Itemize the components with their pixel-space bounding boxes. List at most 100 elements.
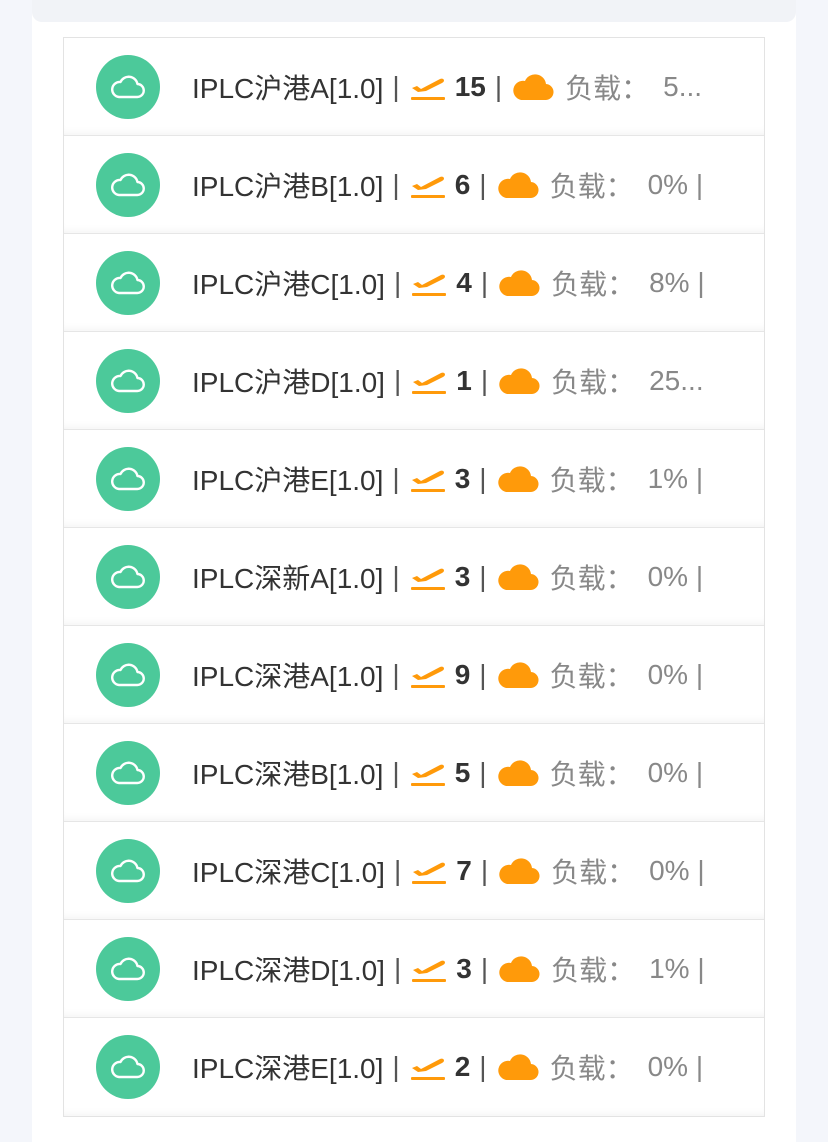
online-users-count: 3	[456, 953, 472, 984]
node-row[interactable]: IPLC深港D[1.0] | 3 | 负载： 1% |	[64, 920, 764, 1018]
status-cloud-icon	[96, 839, 160, 903]
separator: |	[393, 855, 402, 886]
node-list: IPLC沪港A[1.0] | 15 | 负载： 5... IPLC沪港B[1.0] | 6 | 负载…	[63, 37, 765, 1117]
plane-takeoff-icon	[410, 856, 448, 886]
node-name: IPLC深新A[1.0]	[192, 563, 384, 594]
separator: |	[480, 365, 489, 396]
plane-takeoff-icon	[409, 1052, 447, 1082]
separator: |	[393, 267, 402, 298]
separator: |	[479, 659, 487, 690]
plane-takeoff-icon	[410, 366, 448, 396]
online-users-count: 5	[454, 757, 471, 788]
separator: |	[494, 71, 503, 102]
node-info: IPLC深港C[1.0] | 7 | 负载： 0% |	[192, 822, 705, 920]
plane-takeoff-icon	[409, 758, 447, 788]
node-row[interactable]: IPLC深港A[1.0] | 9 | 负载： 0% |	[64, 626, 764, 724]
status-cloud-icon	[96, 349, 160, 413]
cloud-filled-icon	[497, 366, 541, 396]
separator: |	[479, 463, 487, 494]
load-label: 负载：	[549, 1053, 634, 1084]
plane-takeoff-icon	[410, 268, 448, 298]
cloud-filled-icon	[496, 660, 540, 690]
panel-top-edge	[32, 0, 796, 22]
separator: |	[392, 71, 400, 102]
plane-takeoff-icon	[409, 72, 447, 102]
node-info: IPLC沪港B[1.0] | 6 | 负载： 0% |	[192, 136, 703, 234]
load-value: 0% |	[649, 855, 705, 886]
load-value: 8% |	[649, 267, 705, 298]
node-row[interactable]: IPLC沪港C[1.0] | 4 | 负载： 8% |	[64, 234, 764, 332]
load-value: 0% |	[647, 757, 704, 788]
load-value: 1% |	[647, 463, 704, 494]
load-label: 负载：	[551, 269, 636, 300]
load-label: 负载：	[549, 465, 634, 496]
online-users-count: 9	[454, 659, 471, 690]
load-label: 负载：	[551, 857, 636, 888]
load-value: 0% |	[647, 1051, 704, 1082]
cloud-filled-icon	[496, 1052, 540, 1082]
separator: |	[392, 1051, 400, 1082]
node-row[interactable]: IPLC沪港B[1.0] | 6 | 负载： 0% |	[64, 136, 764, 234]
node-info: IPLC深港A[1.0] | 9 | 负载： 0% |	[192, 626, 703, 724]
status-cloud-icon	[96, 937, 160, 1001]
cloud-filled-icon	[496, 562, 540, 592]
load-value: 5...	[663, 71, 703, 102]
separator: |	[479, 1051, 487, 1082]
node-row[interactable]: IPLC深港C[1.0] | 7 | 负载： 0% |	[64, 822, 764, 920]
node-info: IPLC沪港D[1.0] | 1 | 负载： 25...	[192, 332, 704, 430]
node-name: IPLC深港A[1.0]	[192, 661, 384, 692]
load-label: 负载：	[565, 73, 650, 104]
separator: |	[479, 561, 487, 592]
separator: |	[393, 953, 402, 984]
online-users-count: 7	[456, 855, 472, 886]
node-info: IPLC深港E[1.0] | 2 | 负载： 0% |	[192, 1018, 703, 1116]
cloud-filled-icon	[496, 170, 540, 200]
load-label: 负载：	[549, 563, 634, 594]
node-name: IPLC深港B[1.0]	[192, 759, 384, 790]
separator: |	[392, 169, 400, 200]
separator: |	[480, 267, 489, 298]
load-value: 0% |	[647, 561, 704, 592]
node-row[interactable]: IPLC沪港E[1.0] | 3 | 负载： 1% |	[64, 430, 764, 528]
online-users-count: 4	[456, 267, 472, 298]
load-value: 25...	[649, 365, 704, 396]
node-name: IPLC沪港D[1.0]	[192, 367, 385, 398]
cloud-filled-icon	[497, 954, 541, 984]
plane-takeoff-icon	[409, 562, 447, 592]
node-row[interactable]: IPLC深新A[1.0] | 3 | 负载： 0% |	[64, 528, 764, 626]
separator: |	[480, 953, 489, 984]
cloud-filled-icon	[511, 72, 555, 102]
node-name: IPLC沪港A[1.0]	[192, 73, 384, 104]
status-cloud-icon	[96, 153, 160, 217]
separator: |	[393, 365, 402, 396]
status-cloud-icon	[96, 643, 160, 707]
cloud-filled-icon	[496, 758, 540, 788]
node-row[interactable]: IPLC沪港D[1.0] | 1 | 负载： 25...	[64, 332, 764, 430]
load-value: 1% |	[649, 953, 705, 984]
node-name: IPLC深港C[1.0]	[192, 857, 385, 888]
plane-takeoff-icon	[410, 954, 448, 984]
node-row[interactable]: IPLC深港B[1.0] | 5 | 负载： 0% |	[64, 724, 764, 822]
node-name: IPLC沪港E[1.0]	[192, 465, 384, 496]
online-users-count: 3	[454, 463, 471, 494]
separator: |	[479, 757, 487, 788]
cloud-filled-icon	[496, 464, 540, 494]
node-info: IPLC沪港A[1.0] | 15 | 负载： 5...	[192, 38, 702, 136]
online-users-count: 6	[454, 169, 471, 200]
cloud-filled-icon	[497, 268, 541, 298]
status-cloud-icon	[96, 447, 160, 511]
cloud-filled-icon	[497, 856, 541, 886]
separator: |	[480, 855, 489, 886]
plane-takeoff-icon	[409, 170, 447, 200]
node-row[interactable]: IPLC深港E[1.0] | 2 | 负载： 0% |	[64, 1018, 764, 1116]
online-users-count: 1	[456, 365, 472, 396]
status-cloud-icon	[96, 741, 160, 805]
node-row[interactable]: IPLC沪港A[1.0] | 15 | 负载： 5...	[64, 38, 764, 136]
node-info: IPLC沪港C[1.0] | 4 | 负载： 8% |	[192, 234, 705, 332]
separator: |	[392, 757, 400, 788]
online-users-count: 3	[454, 561, 471, 592]
load-value: 0% |	[647, 659, 704, 690]
load-label: 负载：	[551, 955, 636, 986]
plane-takeoff-icon	[409, 660, 447, 690]
separator: |	[392, 463, 400, 494]
